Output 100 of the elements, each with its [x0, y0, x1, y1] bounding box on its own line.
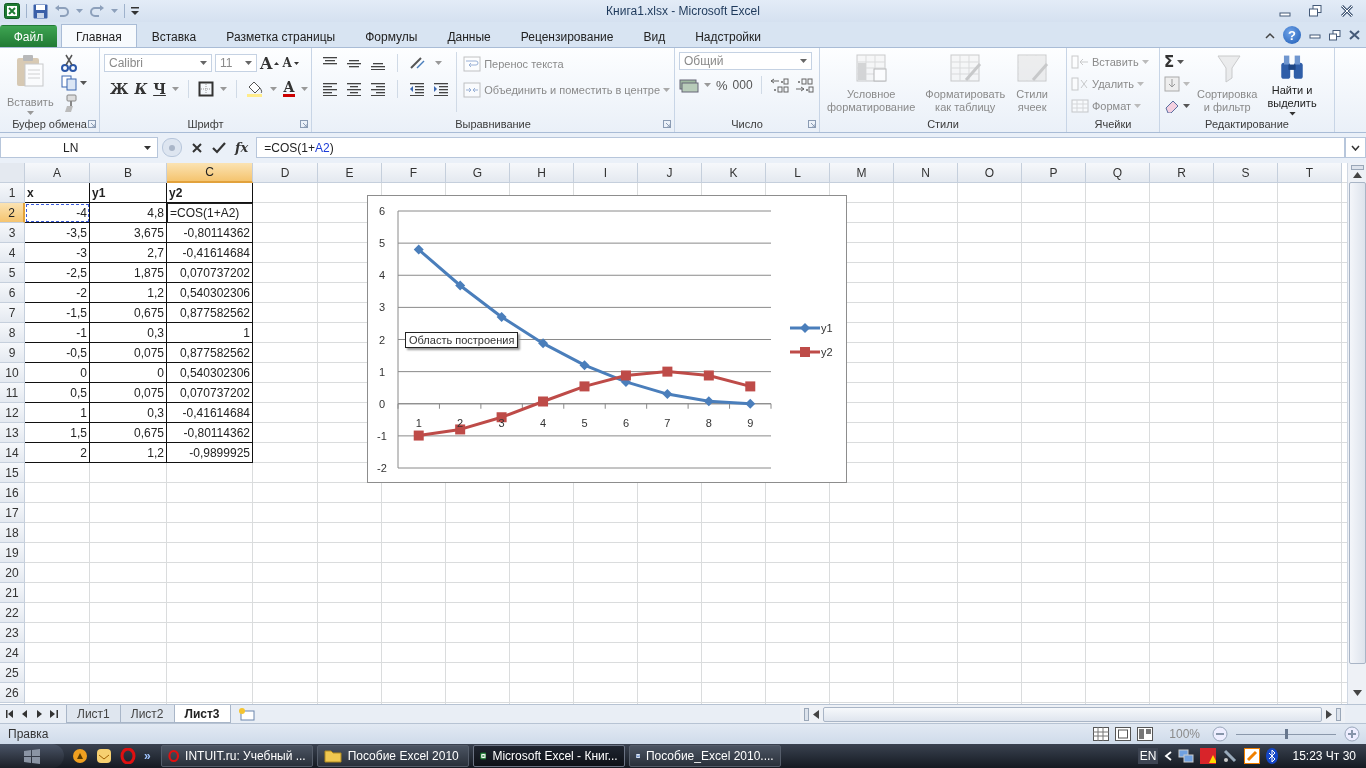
column-header[interactable]: J	[638, 163, 702, 183]
ribbon-tab[interactable]: Формулы	[350, 25, 433, 47]
scroll-up-icon[interactable]	[1352, 172, 1362, 178]
column-header[interactable]: R	[1150, 163, 1214, 183]
caret-icon[interactable]	[1183, 104, 1190, 108]
row-header[interactable]: 10	[0, 363, 25, 383]
normal-view-icon[interactable]	[1093, 727, 1110, 741]
row-header[interactable]: 26	[0, 683, 25, 703]
row-header[interactable]: 6	[0, 283, 25, 303]
column-header[interactable]: E	[318, 163, 382, 183]
increase-decimal-icon[interactable]	[769, 77, 790, 93]
restore-icon[interactable]	[1309, 5, 1322, 17]
previous-sheet-icon[interactable]	[22, 710, 28, 718]
formula-field[interactable]: =COS(1+A2)	[256, 137, 1345, 158]
zoom-slider-thumb[interactable]	[1285, 728, 1288, 739]
restore-icon[interactable]	[1329, 29, 1341, 41]
sheet-tab[interactable]: Лист2	[119, 705, 175, 723]
row-header[interactable]: 14	[0, 443, 25, 463]
ribbon-tab[interactable]: Рецензирование	[505, 25, 629, 47]
next-sheet-icon[interactable]	[36, 710, 42, 718]
border-icon[interactable]	[197, 81, 214, 97]
column-header[interactable]: Q	[1086, 163, 1150, 183]
row-header[interactable]: 1	[0, 183, 25, 203]
ribbon-tab[interactable]: Разметка страницы	[211, 25, 351, 47]
row-header[interactable]: 25	[0, 663, 25, 683]
column-header[interactable]: D	[253, 163, 318, 183]
column-header[interactable]: A	[25, 163, 90, 183]
row-header[interactable]: 11	[0, 383, 25, 403]
collapse-icon[interactable]	[1265, 31, 1275, 39]
resize-handle[interactable]	[162, 138, 182, 157]
column-header[interactable]: L	[766, 163, 830, 183]
row-header[interactable]: 18	[0, 523, 25, 543]
taskbar-button[interactable]: Пособие Excel 2010	[316, 745, 469, 767]
scroll-right-icon[interactable]	[1326, 709, 1332, 719]
satellite-icon[interactable]	[1222, 748, 1239, 764]
align-left-icon[interactable]	[322, 82, 338, 96]
currency-icon[interactable]	[679, 77, 699, 93]
ribbon-tab[interactable]: Главная	[61, 24, 137, 48]
browser-icon[interactable]	[120, 748, 136, 764]
scroll-left-icon[interactable]	[813, 709, 819, 719]
zoom-in-icon[interactable]	[1344, 726, 1360, 742]
page-layout-icon[interactable]	[1115, 727, 1132, 741]
row-header[interactable]: 9	[0, 343, 25, 363]
column-header[interactable]: K	[702, 163, 766, 183]
sheet-tab[interactable]: Лист3	[173, 705, 231, 723]
app-tray-icon[interactable]	[1244, 748, 1261, 764]
customize-icon[interactable]	[131, 6, 139, 16]
thousands-button[interactable]: 000	[732, 78, 753, 92]
row-header[interactable]: 5	[0, 263, 25, 283]
column-header[interactable]: F	[382, 163, 446, 183]
column-header[interactable]: P	[1022, 163, 1086, 183]
last-sheet-icon[interactable]	[50, 710, 58, 718]
close-icon[interactable]	[1349, 30, 1360, 40]
eraser-icon[interactable]	[1164, 99, 1180, 113]
column-header[interactable]: N	[894, 163, 958, 183]
orientation-icon[interactable]	[409, 56, 427, 70]
row-header[interactable]: 3	[0, 223, 25, 243]
excel-icon[interactable]	[4, 3, 20, 19]
scrollbar-thumb[interactable]	[1348, 182, 1366, 664]
font-color-button[interactable]: A	[282, 81, 295, 97]
column-header[interactable]: M	[830, 163, 894, 183]
column-header[interactable]: T	[1278, 163, 1342, 183]
clock[interactable]: 15:23 Чт 30	[1292, 749, 1356, 763]
check-icon[interactable]	[212, 141, 226, 154]
ribbon-tab[interactable]: Данные	[432, 25, 506, 47]
ribbon-tab[interactable]: Вид	[628, 25, 681, 47]
expand-icon[interactable]	[1351, 144, 1360, 151]
scissors-icon[interactable]	[60, 54, 77, 72]
split-handle-icon[interactable]	[1350, 165, 1364, 170]
ribbon-tab[interactable]: Надстройки	[680, 25, 776, 47]
close-icon[interactable]	[1340, 5, 1354, 17]
insert-function-button[interactable]: fx	[235, 140, 249, 155]
cell-editor[interactable]: =COS(1+A2)	[167, 203, 253, 223]
row-header[interactable]: 13	[0, 423, 25, 443]
taskbar-button[interactable]: Microsoft Excel - Книг...	[472, 745, 625, 767]
increase-indent-icon[interactable]	[433, 82, 449, 96]
name-box[interactable]: LN	[0, 137, 158, 158]
decrease-indent-icon[interactable]	[409, 82, 425, 96]
row-header[interactable]: 7	[0, 303, 25, 323]
copy-icon[interactable]	[60, 75, 77, 91]
row-header[interactable]: 16	[0, 483, 25, 503]
column-header[interactable]: I	[574, 163, 638, 183]
ribbon-tab[interactable]: Вставка	[136, 25, 212, 47]
column-header[interactable]: S	[1214, 163, 1278, 183]
row-header[interactable]: 17	[0, 503, 25, 523]
column-header[interactable]: G	[446, 163, 510, 183]
first-sheet-icon[interactable]	[6, 710, 14, 718]
row-header[interactable]: 19	[0, 543, 25, 563]
bluetooth-icon[interactable]	[1266, 748, 1279, 764]
split-handle-icon[interactable]	[804, 707, 809, 721]
decrease-decimal-icon[interactable]	[794, 77, 815, 93]
column-header[interactable]: O	[958, 163, 1022, 183]
antivirus-icon[interactable]	[1200, 748, 1217, 764]
row-header[interactable]: 15	[0, 463, 25, 483]
mail-icon[interactable]	[96, 748, 112, 764]
caret-icon[interactable]	[79, 81, 87, 85]
row-header[interactable]: 23	[0, 623, 25, 643]
row-header[interactable]: 20	[0, 563, 25, 583]
cancel-icon[interactable]	[191, 141, 203, 154]
app-icon[interactable]	[72, 748, 88, 764]
